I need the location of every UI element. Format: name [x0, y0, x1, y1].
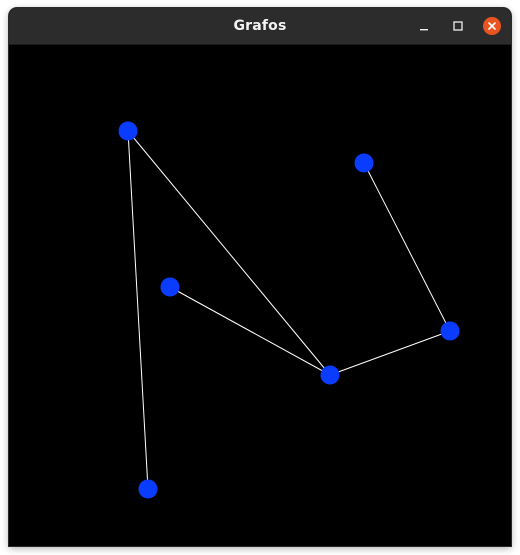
graph-edge-n3-n5	[169, 286, 331, 376]
close-icon	[488, 22, 496, 30]
title-bar[interactable]: Grafos	[9, 8, 511, 45]
graph-edge-n1-n5	[127, 130, 331, 376]
maximize-button[interactable]	[449, 17, 467, 35]
app-window: Grafos	[9, 8, 511, 546]
minimize-icon	[420, 29, 428, 31]
graph-canvas[interactable]	[9, 45, 511, 546]
minimize-button[interactable]	[415, 17, 433, 35]
graph-node-n2[interactable]	[354, 153, 374, 173]
graph-edge-n1-n6	[127, 130, 149, 490]
graph-node-n4[interactable]	[440, 321, 460, 341]
graph-drawing	[118, 121, 460, 499]
graph-edge-n4-n2	[363, 162, 451, 332]
graph-node-n5[interactable]	[320, 365, 340, 385]
graph-node-n3[interactable]	[160, 277, 180, 297]
window-title: Grafos	[233, 18, 287, 34]
close-button[interactable]	[483, 17, 501, 35]
graph-edge-n5-n4	[329, 330, 451, 376]
graph-node-n1[interactable]	[118, 121, 138, 141]
maximize-icon	[453, 21, 463, 31]
graph-node-n6[interactable]	[138, 479, 158, 499]
